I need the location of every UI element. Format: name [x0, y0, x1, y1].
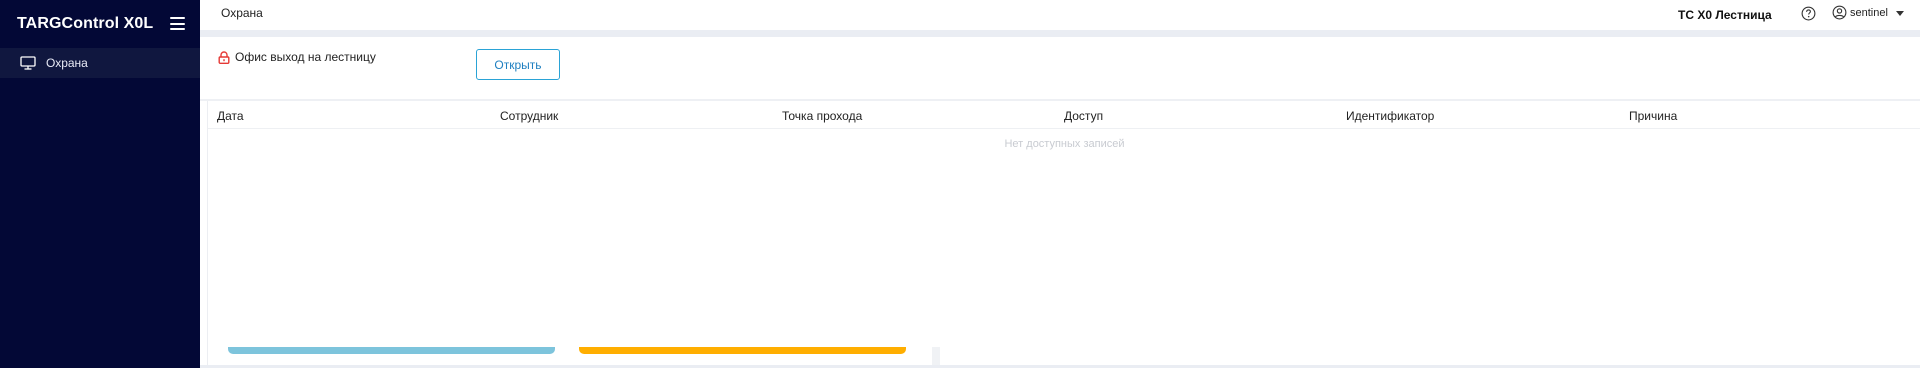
help-icon[interactable]: [1801, 6, 1816, 21]
column-header-access-point[interactable]: Точка прохода: [782, 109, 862, 123]
column-header-identifier[interactable]: Идентификатор: [1346, 109, 1434, 123]
door-status: Офис выход на лестницу: [218, 50, 376, 64]
user-menu[interactable]: sentinel: [1832, 5, 1904, 20]
brand-logo: TARGControl X0L: [17, 15, 154, 32]
chevron-down-icon: [1895, 11, 1904, 16]
lock-icon: [218, 50, 230, 64]
username: sentinel: [1850, 6, 1888, 19]
open-door-button[interactable]: Открыть: [476, 49, 560, 80]
table-header: Дата Сотрудник Точка прохода Доступ Иден…: [208, 101, 1920, 129]
top-header: Охрана ТС X0 Лестница sentinel: [200, 0, 1920, 30]
menu-toggle-icon[interactable]: [170, 17, 185, 30]
sidebar-item-label: Охрана: [46, 56, 88, 70]
sidebar-item-security[interactable]: Охрана: [0, 48, 200, 78]
column-header-access[interactable]: Доступ: [1064, 109, 1103, 123]
device-name: ТС X0 Лестница: [1678, 8, 1772, 22]
empty-state-text: Нет доступных записей: [1004, 138, 1125, 150]
breadcrumb: Охрана: [221, 6, 263, 20]
user-icon: [1832, 5, 1847, 20]
door-control-panel: Офис выход на лестницу Открыть: [200, 37, 1920, 99]
sidebar: TARGControl X0L Охрана: [0, 0, 200, 368]
column-header-reason[interactable]: Причина: [1629, 109, 1677, 123]
events-table: Дата Сотрудник Точка прохода Доступ Иден…: [207, 101, 1920, 368]
column-header-employee[interactable]: Сотрудник: [500, 109, 558, 123]
monitor-icon: [20, 56, 36, 70]
column-header-date[interactable]: Дата: [217, 109, 244, 123]
app: TARGControl X0L Охрана Охрана ТС X0 Лест…: [0, 0, 1920, 368]
scroll-indicator-orange: [579, 347, 906, 354]
scroll-indicator-blue: [228, 347, 555, 354]
divider: [200, 30, 1920, 37]
door-name: Офис выход на лестницу: [235, 50, 376, 64]
